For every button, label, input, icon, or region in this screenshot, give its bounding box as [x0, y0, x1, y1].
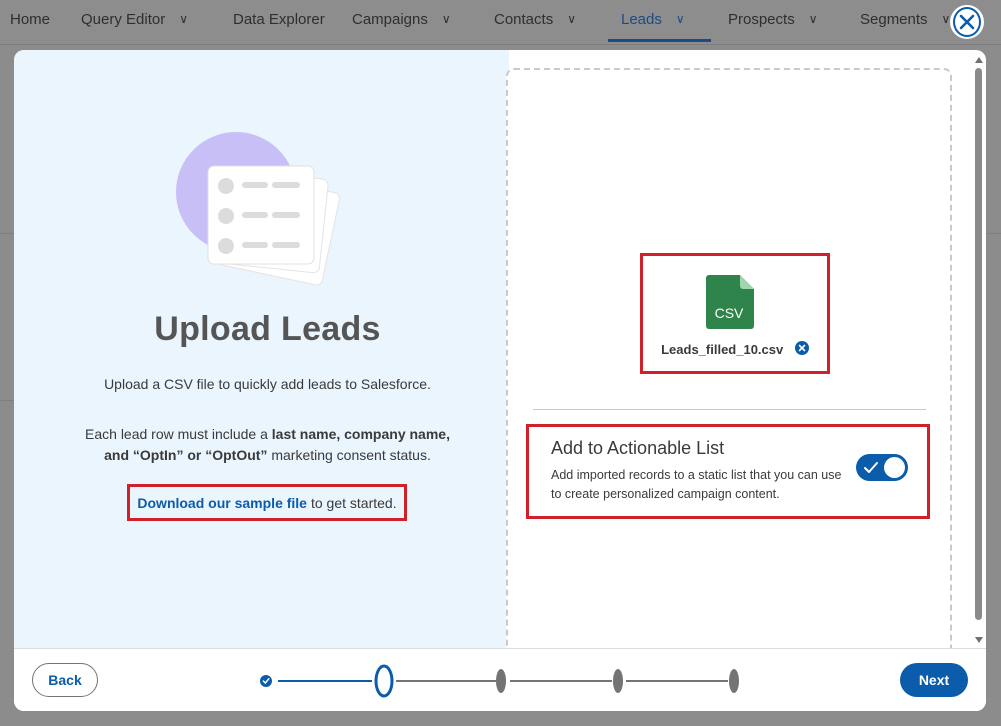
top-navigation: Home Query Editor ∨ Data Explorer Campaig… [0, 0, 1001, 45]
back-button[interactable]: Back [32, 663, 98, 697]
requirements-bold: and “OptIn” or “OptOut” [104, 447, 268, 463]
actionable-list-description: Add imported records to a static list th… [551, 468, 842, 501]
file-name-row: Leads_filled_10.csv [643, 341, 827, 359]
download-sample-link[interactable]: Download our sample file [137, 495, 307, 511]
nav-label: Data Explorer [233, 11, 325, 28]
chevron-down-icon: ∨ [808, 12, 818, 26]
nav-leads[interactable]: Leads ∨ [608, 0, 711, 42]
requirements-bold: last name, company name, [271, 426, 450, 442]
csv-icon-label: CSV [715, 305, 744, 321]
background-divider [986, 233, 1001, 234]
uploaded-file: CSV Leads_filled_10.csv [640, 253, 830, 374]
info-panel: Upload Leads Upload a CSV file to quickl… [14, 50, 509, 648]
nav-label: Query Editor [81, 11, 166, 28]
step-pending-icon [729, 669, 739, 693]
requirements-suffix: marketing consent status. [267, 447, 431, 463]
nav-label: Home [10, 11, 51, 28]
close-button[interactable] [950, 5, 984, 39]
toggle-knob [884, 457, 905, 478]
chevron-down-icon: ∨ [441, 12, 451, 26]
modal-title: Upload Leads [154, 310, 381, 348]
close-icon [953, 7, 981, 37]
nav-contacts[interactable]: Contacts ∨ [494, 0, 576, 42]
document-list-icon [176, 132, 340, 286]
step-pending-icon [496, 669, 506, 693]
sample-suffix: to get started. [310, 494, 397, 511]
nav-prospects[interactable]: Prospects ∨ [728, 0, 818, 42]
scrollbar-thumb[interactable] [975, 68, 982, 620]
nav-query-editor[interactable]: Query Editor ∨ [81, 0, 188, 42]
requirements-prefix: Each lead row must include a [85, 426, 272, 442]
progress-stepper [260, 664, 739, 698]
chevron-down-icon: ∨ [675, 12, 685, 26]
nav-label: Leads [621, 11, 662, 28]
nav-home[interactable]: Home [10, 0, 50, 42]
background-divider [0, 233, 14, 234]
nav-label: Campaigns [352, 11, 428, 28]
actionable-list-toggle[interactable] [856, 454, 908, 481]
section-divider [533, 409, 926, 410]
chevron-down-icon: ∨ [179, 12, 188, 26]
file-name: Leads_filled_10.csv [661, 342, 784, 357]
upload-leads-modal: Upload Leads Upload a CSV file to quickl… [14, 50, 986, 711]
step-current-icon [374, 664, 394, 698]
nav-label: Prospects [728, 11, 795, 28]
modal-footer: Back Next [14, 648, 986, 711]
chevron-down-icon: ∨ [941, 12, 951, 26]
nav-data-explorer[interactable]: Data Explorer [233, 0, 325, 42]
nav-segments[interactable]: Segments ∨ [860, 0, 950, 42]
upload-description: Upload a CSV file to quickly add leads t… [104, 376, 431, 392]
actionable-list-option: Add to Actionable List Add imported reco… [526, 424, 930, 519]
chevron-down-icon: ∨ [567, 12, 576, 26]
checkmark-icon [864, 462, 878, 473]
requirements-text: Each lead row must include a last name, … [74, 424, 461, 466]
next-button[interactable]: Next [900, 663, 968, 697]
close-circle-icon[interactable] [794, 341, 809, 358]
scroll-down-arrow[interactable] [975, 637, 983, 643]
sample-file-callout: Download our sample file to get started. [127, 484, 407, 521]
nav-label: Contacts [494, 11, 554, 28]
nav-campaigns[interactable]: Campaigns ∨ [352, 0, 451, 42]
nav-label: Segments [860, 11, 928, 28]
csv-file-icon: CSV [706, 275, 754, 329]
background-divider [0, 400, 14, 401]
step-pending-icon [613, 669, 623, 693]
actionable-list-title: Add to Actionable List [551, 438, 725, 458]
scroll-up-arrow[interactable] [975, 57, 983, 63]
